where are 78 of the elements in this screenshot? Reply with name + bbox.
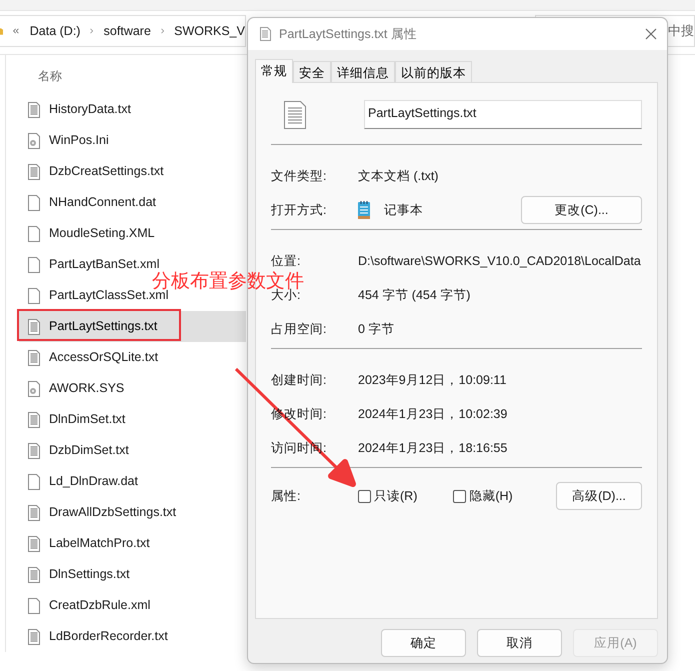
text-file-icon	[28, 442, 40, 458]
checkbox-square[interactable]	[358, 490, 371, 502]
file-icon	[28, 288, 40, 304]
annotation-text: 分板布置参数文件	[152, 272, 304, 291]
file-name[interactable]: DlnSettings.txt	[49, 568, 130, 581]
file-name[interactable]: MoudleSeting.XML	[49, 227, 155, 240]
address-bar[interactable]: Data (D:) software SWORKS_V	[0, 15, 246, 47]
property-value: 454 字节 (454 字节)	[358, 286, 470, 304]
text-file-icon	[28, 102, 40, 118]
file-name[interactable]: DrawAllDzbSettings.txt	[49, 506, 176, 519]
text-file-icon	[28, 318, 40, 334]
breadcrumb-item[interactable]: SWORKS_V	[174, 24, 245, 38]
property-value: 2024年1月23日，10:02:39	[358, 406, 508, 422]
tab[interactable]: 详细信息	[331, 61, 395, 82]
column-header[interactable]: 名称	[20, 55, 246, 94]
checkbox-square[interactable]	[453, 490, 466, 502]
tab[interactable]: 安全	[293, 61, 331, 82]
file-name[interactable]: CreatDzbRule.xml	[49, 599, 150, 612]
chevron-icon[interactable]	[13, 26, 20, 36]
file-name[interactable]: PartLaytBanSet.xml	[49, 258, 160, 271]
property-label: 创建时间:	[271, 372, 328, 388]
document-icon	[260, 27, 271, 41]
property-label: 占用空间:	[271, 320, 328, 338]
settings-file-icon	[28, 380, 40, 396]
property-label: 位置:	[271, 252, 302, 270]
dialog-button[interactable]: 取消	[477, 629, 562, 657]
text-file-icon	[28, 536, 40, 552]
file-icon	[28, 194, 40, 210]
property-value: 记事本	[384, 202, 423, 218]
property-value: 2023年9月12日，10:09:11	[358, 372, 506, 388]
file-name[interactable]: HistoryData.txt	[49, 103, 131, 116]
file-name[interactable]: DlnDimSet.txt	[49, 413, 126, 426]
tab[interactable]: 以前的版本	[395, 61, 472, 82]
file-icon	[28, 474, 40, 490]
file-name[interactable]: LabelMatchPro.txt	[49, 537, 150, 550]
chevron-right-icon	[160, 26, 164, 36]
text-file-icon	[28, 412, 40, 428]
checkbox[interactable]: 只读(R)	[358, 488, 418, 504]
text-file-icon	[28, 504, 40, 520]
file-name[interactable]: AWORK.SYS	[49, 382, 124, 395]
property-value: 文本文档 (.txt)	[358, 168, 438, 184]
tab[interactable]: 常规	[255, 59, 293, 83]
text-file-icon	[28, 566, 40, 582]
property-value: D:\software\SWORKS_V10.0_CAD2018\LocalData	[358, 254, 641, 268]
checkbox[interactable]: 隐藏(H)	[453, 488, 513, 504]
file-name[interactable]: DzbDimSet.txt	[49, 444, 129, 457]
property-label: 打开方式:	[271, 202, 328, 218]
breadcrumb-item[interactable]: Data (D:)	[30, 24, 80, 38]
text-file-icon	[28, 350, 40, 366]
property-label: 文件类型:	[271, 168, 328, 184]
file-name[interactable]: PartLaytSettings.txt	[49, 320, 158, 333]
file-row[interactable]: PartLaytSettings.txt	[19, 311, 246, 342]
chevron-right-icon	[90, 26, 94, 36]
dialog-button[interactable]: 确定	[381, 629, 466, 657]
text-file-icon	[284, 100, 306, 128]
file-name[interactable]: WinPos.Ini	[49, 134, 109, 147]
file-name[interactable]: DzbCreatSettings.txt	[49, 165, 164, 178]
file-name[interactable]: NHandConnent.dat	[49, 196, 156, 209]
file-icon	[28, 256, 40, 272]
text-file-icon	[28, 628, 40, 644]
text-file-icon	[28, 164, 40, 180]
notepad-icon	[358, 201, 370, 219]
window-title: PartLaytSettings.txt 属性	[279, 26, 417, 42]
file-name[interactable]: PartLaytClassSet.xml	[49, 289, 168, 302]
property-value: 2024年1月23日，18:16:55	[358, 440, 508, 456]
breadcrumb-item[interactable]: software	[104, 24, 151, 38]
close-icon[interactable]	[645, 28, 657, 40]
file-icon	[28, 226, 40, 242]
file-name[interactable]: AccessOrSQLite.txt	[49, 351, 158, 364]
property-value: 0 字节	[358, 320, 394, 338]
file-name[interactable]: LdBorderRecorder.txt	[49, 630, 168, 643]
settings-file-icon	[28, 132, 40, 148]
advanced-button[interactable]: 高级(D)...	[556, 482, 642, 510]
file-name-field[interactable]: PartLaytSettings.txt	[364, 100, 642, 129]
property-label: 属性:	[271, 488, 302, 504]
change-button[interactable]: 更改(C)...	[521, 196, 642, 224]
file-icon	[28, 598, 40, 614]
file-name[interactable]: Ld_DlnDraw.dat	[49, 475, 138, 488]
